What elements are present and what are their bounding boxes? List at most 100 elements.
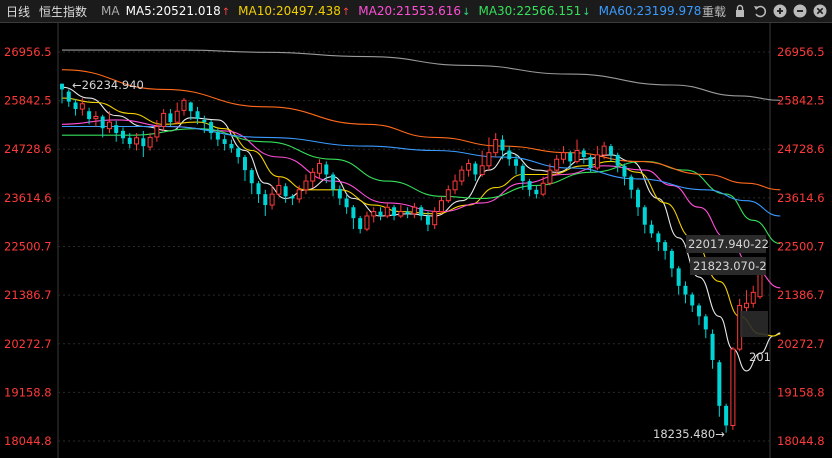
candle-body [364,215,370,230]
candle-body [405,211,410,214]
candle-body [588,157,593,168]
candle-body [730,348,736,426]
candle-body [249,170,254,184]
candle [507,146,512,166]
reset-button[interactable]: 重载 [702,3,732,20]
candle [66,89,71,107]
high-price-label: ←26234.940 [72,78,144,92]
candle [642,205,647,234]
candle [181,98,187,116]
candle-body [757,272,763,298]
candle-body [615,154,620,166]
crosshair-value-1: 22017.940-22 [688,237,769,251]
candle [486,137,492,171]
candle [690,292,695,313]
candle [574,139,580,164]
candle-body [317,163,323,174]
y-tick-left: 26956.5 [4,45,52,59]
candle [405,207,410,219]
y-tick-left: 24728.6 [4,142,52,156]
candle [438,196,444,214]
candle [317,159,323,179]
candle [743,290,749,313]
candle [663,239,668,260]
crosshair-value-2: 21823.070-2 [693,259,767,273]
candle [622,163,627,186]
low-price-label: 18235.480→ [653,427,725,441]
candle [697,303,702,326]
candle [147,133,153,151]
candle-body [690,294,695,306]
ma20-legend: MA20:21553.616↓ [358,4,471,18]
candle-body [574,149,580,162]
y-tick-right: 23614.6 [777,191,825,205]
candle-body [120,130,125,139]
close-icon[interactable] [812,3,828,19]
candle-body [683,285,688,295]
y-tick-left: 23614.6 [4,191,52,205]
candle-body [425,215,430,225]
undo-icon[interactable] [752,3,768,19]
candle-body [310,171,316,182]
ma-toggle[interactable]: MA [101,4,126,18]
candle-body [568,152,573,162]
candle-body [445,189,451,202]
candle-body [276,184,282,195]
candle-body [642,207,647,225]
candle [364,211,370,232]
candle-body [242,157,247,171]
candle-body [60,83,64,90]
ma60-legend: MA60:23199.978 [598,4,702,18]
candle [676,266,681,295]
period-selector[interactable]: 日线 [0,3,39,20]
candle-body [236,148,241,158]
zoom-out-icon[interactable] [792,3,808,19]
zoom-in-icon[interactable] [772,3,788,19]
candle-body [290,196,295,199]
candle-body [560,152,566,160]
candle-body [127,137,132,144]
candle [93,111,99,127]
candle-body [87,111,92,120]
chart-window: 26956.5 26956.5 25842.5 25842.5 24728.6 24728… [0,0,832,458]
candle [411,202,417,219]
candle-body [649,224,654,234]
candlestick-chart[interactable]: 26956.5 26956.5 25842.5 25842.5 24728.6 24728… [0,0,832,458]
candle-body [601,145,607,156]
candle-body [154,125,160,138]
candle [452,174,458,195]
candle-body [411,206,417,215]
candle-body [438,200,444,213]
candle-body [493,139,499,154]
candle-body [324,164,329,175]
candle-body [378,211,383,216]
candle-body [100,116,105,129]
candle-body [724,405,729,426]
ma60-line [62,125,781,217]
candle-body [114,125,119,134]
candle [310,167,316,188]
candle-body [432,211,438,226]
candle [337,185,342,206]
candle-body [344,198,349,208]
candle [256,181,261,203]
y-tick-right: 21386.7 [777,288,825,302]
candle-body [540,182,546,195]
candle-body [486,152,492,167]
ma30-line [62,128,781,245]
candle-body [669,250,674,269]
y-tick-left: 25842.5 [4,94,52,108]
candle [398,205,404,219]
candle-body [269,193,275,206]
candle-body [500,139,505,151]
y-tick-left: 22500.7 [4,239,52,253]
candle [283,183,288,203]
lock-icon[interactable] [732,3,748,19]
candle-body [337,188,342,199]
candle [358,215,363,234]
ma250-line [62,49,781,101]
candle [445,185,451,203]
candle [527,178,532,197]
candle-body [534,189,539,195]
candle [100,114,105,138]
